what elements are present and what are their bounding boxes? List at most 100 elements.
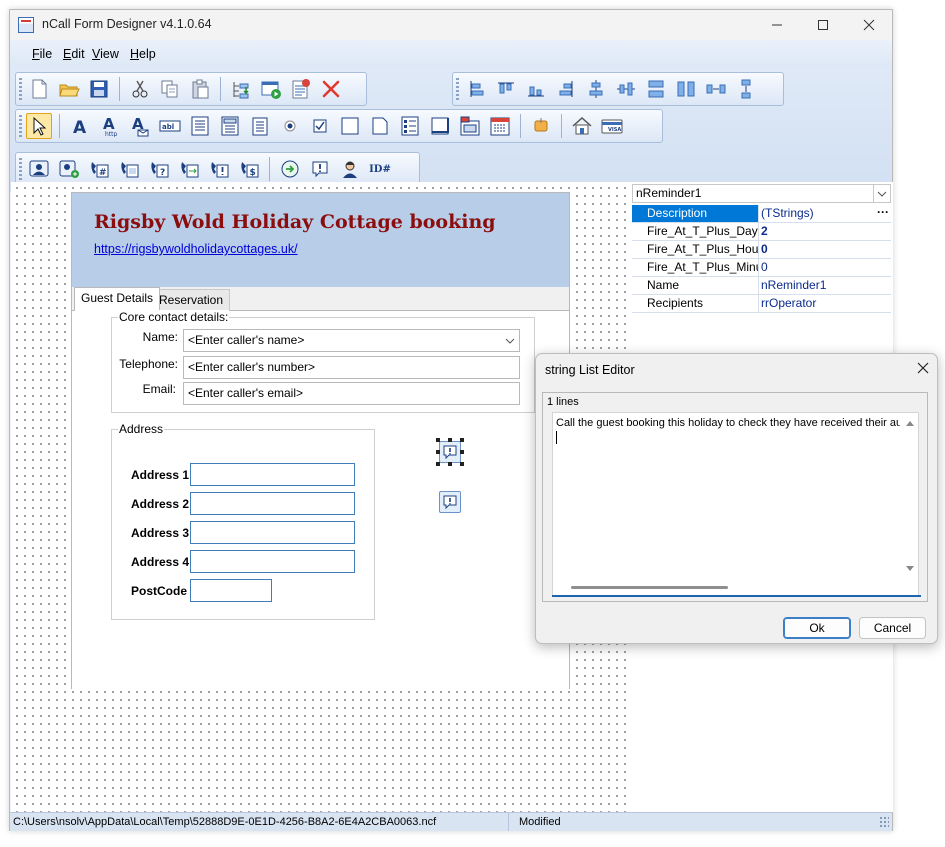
scroll-down-icon[interactable] [906,565,914,574]
property-row-description[interactable]: Description (TStrings) ··· [632,205,891,223]
ellipsis-button[interactable]: ··· [877,205,889,219]
paste-icon[interactable] [187,76,213,102]
component-selector[interactable]: nReminder1 [632,184,891,203]
address-4-field[interactable] [190,550,355,573]
label-icon[interactable]: A [67,113,93,139]
open-folder-icon[interactable] [56,76,82,102]
run-form-icon[interactable] [258,76,284,102]
space-horizontal-icon[interactable] [703,76,729,102]
space-vertical-icon[interactable] [733,76,759,102]
cut-icon[interactable] [127,76,153,102]
selection-handle[interactable] [460,462,464,466]
scroll-up-icon[interactable] [906,419,914,428]
menu-edit[interactable]: Edit [63,47,85,61]
selection-handle[interactable] [448,462,452,466]
page-icon[interactable] [367,113,393,139]
property-value[interactable]: 2 [760,223,891,240]
properties-icon[interactable] [288,76,314,102]
selection-handle[interactable] [436,462,440,466]
tab-control-icon[interactable] [457,113,483,139]
radio-button-icon[interactable] [277,113,303,139]
panel-icon[interactable] [337,113,363,139]
phone-number-icon[interactable]: # [86,156,112,182]
property-value[interactable]: 0 [760,259,891,276]
selection-handle[interactable] [436,450,440,454]
new-file-icon[interactable] [26,76,52,102]
name-combo[interactable]: <Enter caller's name> [183,329,520,352]
menu-view[interactable]: View [92,47,119,61]
toolbar-grip[interactable] [19,158,22,180]
selection-handle[interactable] [436,438,440,442]
property-value[interactable]: 0 [760,241,891,258]
form-title[interactable]: Rigsby Wold Holiday Cottage booking [94,211,496,233]
property-row-recipients[interactable]: Recipients rrOperator [632,295,891,313]
hyperlink-icon[interactable]: Ahttp [97,113,123,139]
tab-reservation[interactable]: Reservation [152,289,231,311]
toolbar-grip[interactable] [19,78,22,100]
phone-alert-icon[interactable] [206,156,232,182]
checkbox-icon[interactable] [307,113,333,139]
contact-icon[interactable] [26,156,52,182]
text-box-icon[interactable]: abl [157,113,183,139]
chevron-down-icon[interactable] [505,330,515,359]
same-width-icon[interactable] [643,76,669,102]
menu-file[interactable]: File [32,47,52,61]
toolbar-grip[interactable] [456,78,459,100]
email-label-icon[interactable]: A [127,113,153,139]
combo-box-icon[interactable] [217,113,243,139]
align-center-horizontal-icon[interactable] [613,76,639,102]
copy-icon[interactable] [157,76,183,102]
close-icon[interactable] [846,10,892,40]
align-right-icon[interactable] [553,76,579,102]
postcode-field[interactable] [190,579,272,602]
address-1-field[interactable] [190,463,355,486]
operator-icon[interactable] [337,156,363,182]
cancel-button[interactable]: Cancel [859,617,926,639]
list-box-icon[interactable] [247,113,273,139]
phone-data-icon[interactable] [116,156,142,182]
property-row-name[interactable]: Name nReminder1 [632,277,891,295]
contact-group[interactable]: Core contact details: Name: <Enter calle… [111,310,535,413]
frame-icon[interactable] [427,113,453,139]
property-row-hours[interactable]: Fire_At_T_Plus_Hours 0 [632,241,891,259]
chevron-down-icon[interactable] [873,185,890,202]
same-height-icon[interactable] [673,76,699,102]
reminder-icon[interactable] [307,156,333,182]
form-preview[interactable]: Rigsby Wold Holiday Cottage booking http… [71,192,570,689]
id-icon[interactable]: ID# [367,156,393,182]
selection-handle[interactable] [448,438,452,442]
align-bottom-icon[interactable] [523,76,549,102]
reminder-component-selected[interactable] [439,441,461,463]
form-link[interactable]: https://rigsbywoldholidaycottages.uk/ [94,242,298,256]
minimize-icon[interactable] [754,10,800,40]
property-value[interactable]: rrOperator [760,295,891,312]
align-center-vertical-icon[interactable] [583,76,609,102]
phone-transfer-icon[interactable] [176,156,202,182]
tab-guest-details[interactable]: Guest Details [74,287,161,312]
phone-payment-icon[interactable]: $ [236,156,262,182]
string-list-textarea[interactable]: Call the guest booking this holiday to c… [552,412,921,597]
property-row-minutes[interactable]: Fire_At_T_Plus_Minutes 0 [632,259,891,277]
address-2-field[interactable] [190,492,355,515]
memo-icon[interactable] [187,113,213,139]
address-group[interactable]: Address Address 1 Address 2 Address 3 Ad… [111,422,375,620]
toolbar-grip[interactable] [19,115,22,137]
add-contact-icon[interactable] [56,156,82,182]
pointer-icon[interactable] [26,113,52,139]
resize-grip-icon[interactable] [879,816,889,828]
horizontal-scrollbar[interactable] [571,586,728,589]
calendar-icon[interactable] [487,113,513,139]
button-icon[interactable] [528,113,554,139]
reminder-component[interactable] [439,491,461,513]
delete-icon[interactable] [318,76,344,102]
align-top-icon[interactable] [493,76,519,102]
menu-help[interactable]: Help [130,47,156,61]
telephone-field[interactable]: <Enter caller's number> [183,356,520,379]
ok-button[interactable]: Ok [783,617,851,639]
group-list-icon[interactable] [397,113,423,139]
selection-handle[interactable] [460,438,464,442]
go-icon[interactable] [277,156,303,182]
save-icon[interactable] [86,76,112,102]
card-icon[interactable]: VISA [599,113,625,139]
phone-question-icon[interactable]: ? [146,156,172,182]
